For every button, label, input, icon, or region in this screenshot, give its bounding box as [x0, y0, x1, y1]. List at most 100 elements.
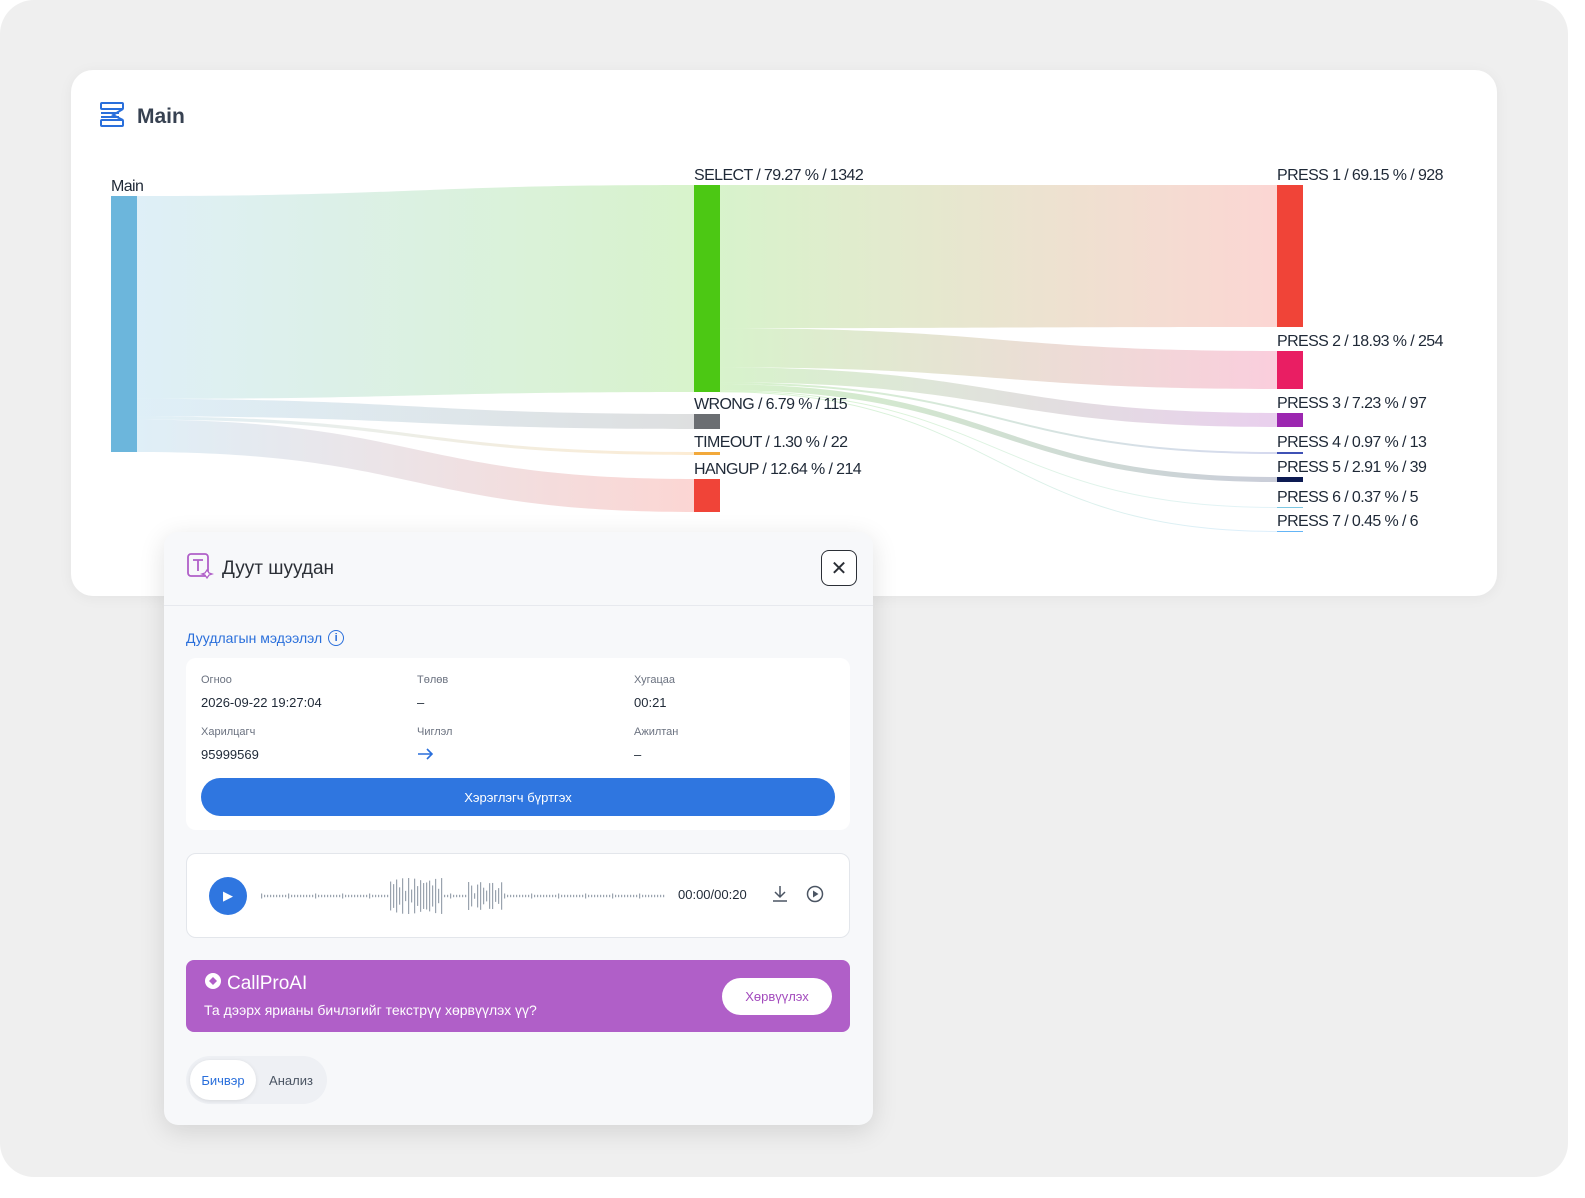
waveform-bar	[342, 893, 344, 899]
waveform-bar	[330, 894, 332, 898]
convert-button[interactable]: Хөрвүүлэх	[722, 978, 832, 1015]
waveform-bar	[603, 894, 605, 898]
waveform-bar	[648, 894, 650, 898]
waveform-bar	[432, 885, 434, 907]
modal-title: Дуут шуудан	[222, 557, 335, 579]
waveform-bar	[576, 894, 578, 898]
transcript-tabs: Бичвэр Анализ	[186, 1056, 327, 1104]
waveform-bar	[390, 881, 392, 911]
waveform-bar	[621, 894, 623, 898]
waveform-bar	[612, 893, 614, 899]
node-press-label-3: PRESS 3 / 7.23 % / 97	[1277, 395, 1427, 412]
waveform-bar	[324, 894, 326, 898]
node-stage1-0[interactable]	[694, 185, 720, 392]
sankey-card: Main SELECT / 79.27 % / 1342 WRONG / 6.79 …	[71, 70, 1497, 596]
waveform-bar	[558, 893, 560, 899]
node-stage1-label-2: TIMEOUT / 1.30 % / 22	[694, 434, 848, 451]
node-main[interactable]	[111, 196, 137, 452]
waveform-bar	[645, 894, 647, 898]
waveform-bar	[369, 893, 371, 899]
waveform[interactable]	[261, 874, 666, 918]
waveform-bar	[273, 894, 275, 898]
node-stage1-label-1: WRONG / 6.79 % / 115	[694, 396, 848, 413]
waveform-bar	[474, 893, 476, 899]
waveform-bar	[597, 894, 599, 898]
waveform-bar	[333, 894, 335, 898]
field-direction-label: Чиглэл	[417, 726, 453, 738]
ai-convert-message: Та дээрх ярианы бичлэгийг текстрүү хөрвү…	[204, 1002, 537, 1018]
waveform-bar	[450, 893, 452, 899]
waveform-bar	[288, 893, 290, 899]
waveform-bar	[285, 894, 287, 898]
node-stage1-label-3: HANGUP / 12.64 % / 214	[694, 461, 862, 478]
waveform-bar	[498, 888, 500, 904]
waveform-bar	[372, 894, 374, 898]
arrow-right-icon	[417, 747, 452, 764]
playback-speed-icon[interactable]	[805, 884, 825, 909]
waveform-bar	[480, 882, 482, 910]
waveform-bar	[447, 894, 449, 898]
register-customer-button[interactable]: Хэрэглэгч бүртгэх	[201, 778, 835, 816]
node-press-4[interactable]	[1277, 452, 1303, 454]
waveform-bar	[408, 878, 410, 914]
node-stage1-1[interactable]	[694, 414, 720, 429]
waveform-bar	[264, 894, 266, 898]
modal-header: Дуут шуудан ✕	[164, 532, 873, 606]
tab-analysis[interactable]: Анализ	[260, 1060, 322, 1100]
waveform-bar	[531, 893, 533, 899]
waveform-bar	[507, 894, 509, 898]
field-customer-value: 95999569	[201, 747, 259, 762]
waveform-bar	[594, 894, 596, 898]
node-press-5[interactable]	[1277, 477, 1303, 482]
link-select-to-press-1	[720, 185, 1277, 329]
node-stage1-label-0: SELECT / 79.27 % / 1342	[694, 167, 864, 184]
waveform-bar	[366, 894, 368, 898]
download-icon[interactable]	[771, 884, 789, 909]
waveform-bar	[327, 894, 329, 898]
waveform-bar	[636, 894, 638, 898]
close-button[interactable]: ✕	[821, 550, 857, 586]
waveform-bar	[615, 894, 617, 898]
waveform-bar	[270, 894, 272, 898]
waveform-bar	[519, 894, 521, 898]
waveform-bar	[312, 894, 314, 898]
waveform-bar	[294, 894, 296, 898]
info-icon[interactable]: i	[328, 630, 345, 646]
node-stage1-3[interactable]	[694, 479, 720, 512]
waveform-bar	[306, 894, 308, 898]
waveform-bar	[444, 894, 446, 898]
node-press-3[interactable]	[1277, 413, 1303, 427]
waveform-bar	[492, 882, 494, 910]
waveform-bar	[339, 894, 341, 898]
waveform-bar	[579, 894, 581, 898]
tab-transcript[interactable]: Бичвэр	[190, 1060, 256, 1100]
waveform-bar	[525, 894, 527, 898]
waveform-bar	[486, 890, 488, 902]
close-icon: ✕	[830, 557, 848, 580]
card-header: Main	[99, 100, 185, 133]
waveform-bar	[399, 887, 401, 905]
waveform-bar	[357, 894, 359, 898]
waveform-bar	[609, 894, 611, 898]
node-press-2[interactable]	[1277, 351, 1303, 389]
waveform-bar	[375, 894, 377, 898]
waveform-bar	[381, 894, 383, 898]
call-info-title: Дуудлагын мэдээлэл i	[186, 630, 345, 646]
node-press-6[interactable]	[1277, 507, 1303, 508]
waveform-bar	[660, 894, 662, 898]
callpro-ai-brand: CallProAI	[204, 972, 307, 996]
waveform-bar	[633, 894, 635, 898]
waveform-bar	[465, 894, 467, 898]
waveform-bar	[639, 893, 641, 899]
play-button[interactable]: ▶	[209, 877, 247, 915]
waveform-bar	[534, 894, 536, 898]
waveform-bar	[435, 878, 437, 914]
waveform-bar	[591, 894, 593, 898]
node-press-1[interactable]	[1277, 185, 1303, 327]
waveform-bar	[561, 894, 563, 898]
waveform-bar	[540, 894, 542, 898]
node-press-7[interactable]	[1277, 531, 1303, 532]
flow-icon	[99, 100, 127, 133]
node-stage1-2[interactable]	[694, 452, 720, 455]
waveform-bar	[549, 894, 551, 898]
